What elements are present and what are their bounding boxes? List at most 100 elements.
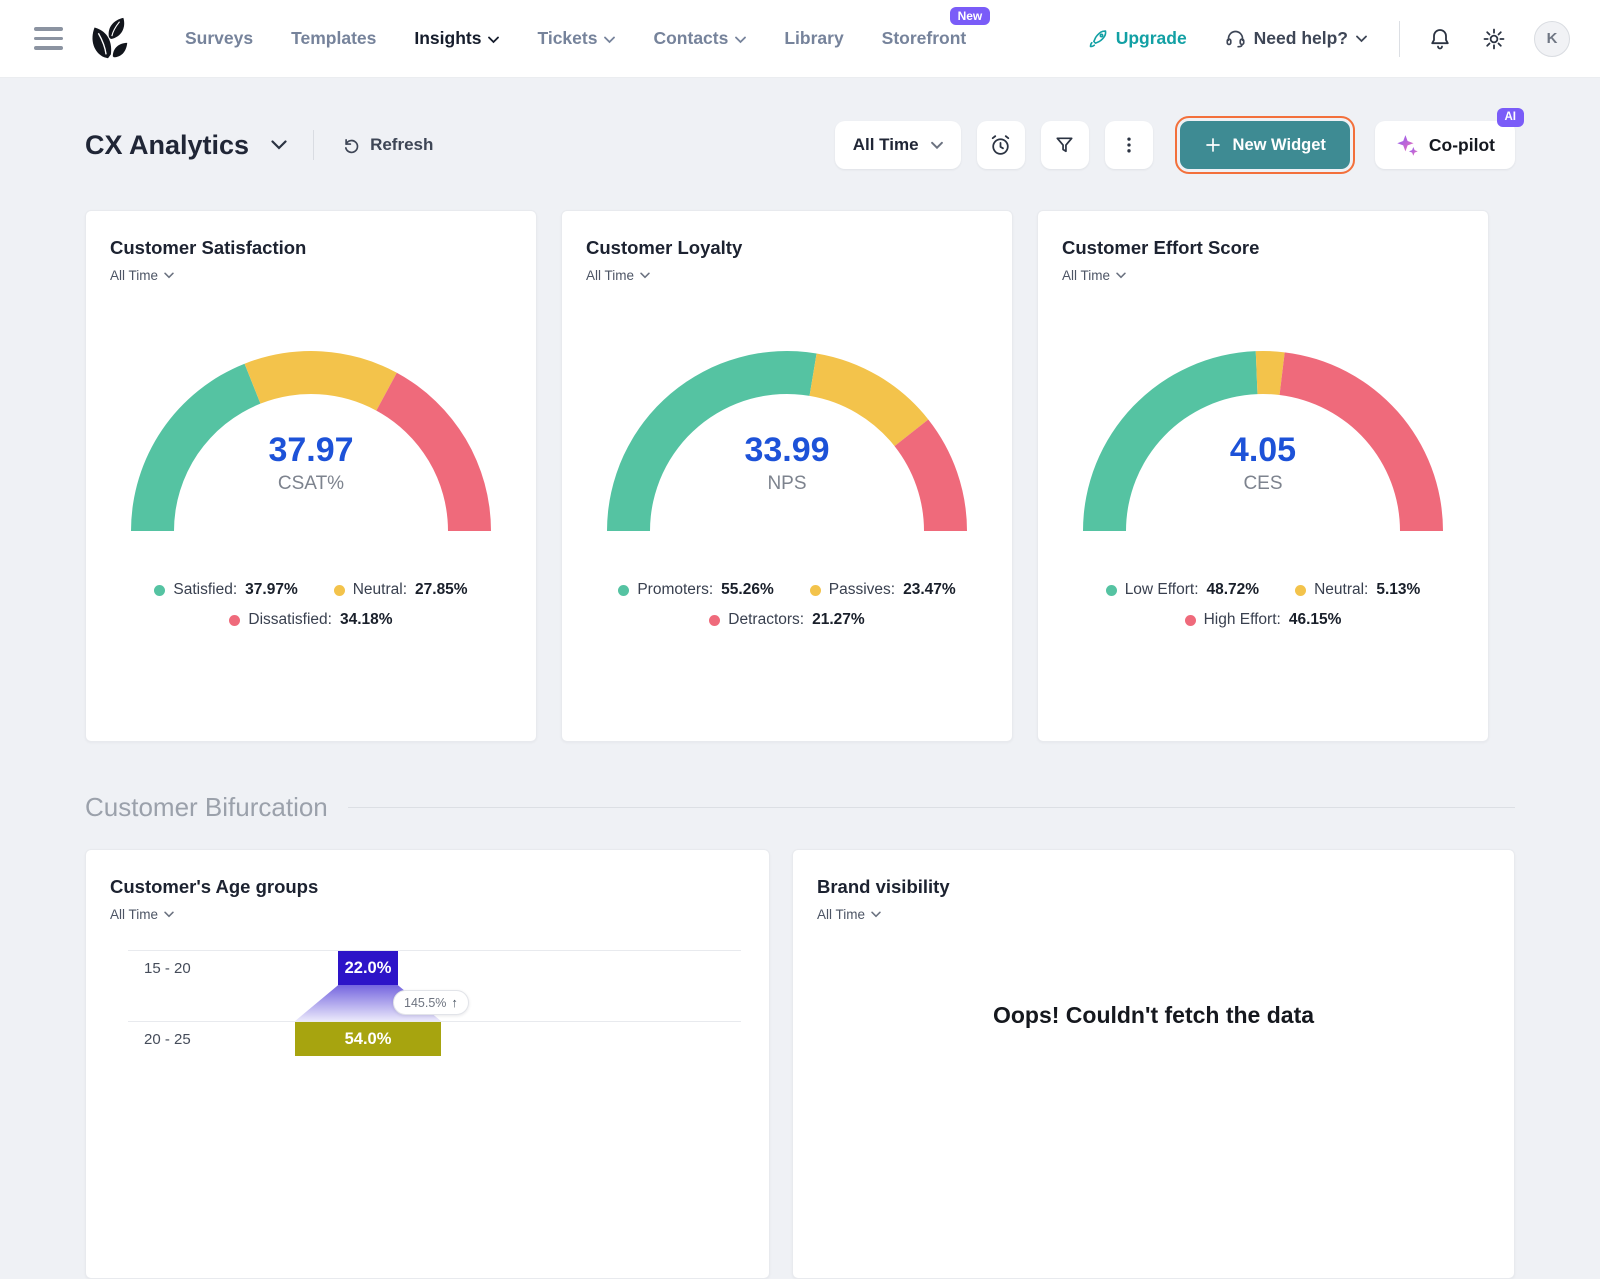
growth-value: 145.5% bbox=[404, 996, 446, 1010]
gauge-value: 37.97 bbox=[128, 431, 494, 470]
avatar-initial: K bbox=[1547, 30, 1558, 47]
nav-item-insights[interactable]: Insights bbox=[414, 28, 499, 49]
funnel-gridline bbox=[128, 950, 741, 951]
legend-dot bbox=[154, 585, 165, 596]
nav-item-templates[interactable]: Templates bbox=[291, 28, 376, 49]
legend-dot bbox=[618, 585, 629, 596]
brand-logo[interactable] bbox=[83, 14, 133, 64]
settings-button[interactable] bbox=[1480, 25, 1508, 53]
page-header: CX Analytics Refresh All Time bbox=[85, 116, 1515, 174]
avatar[interactable]: K bbox=[1534, 21, 1570, 57]
increase-arrow-icon: ↑ bbox=[451, 995, 458, 1010]
nav-item-label: Library bbox=[784, 28, 843, 49]
customer-loyalty-card: Customer Loyalty All Time 33.99 NPS Prom… bbox=[561, 210, 1013, 742]
legend-item: Passives: 23.47% bbox=[810, 581, 956, 599]
legend-value: 23.47% bbox=[903, 581, 956, 599]
card-time-filter-value: All Time bbox=[110, 268, 158, 283]
funnel-bar: 54.0% bbox=[295, 1022, 441, 1056]
legend-label: Passives: bbox=[829, 581, 895, 599]
schedule-alert-button[interactable] bbox=[977, 121, 1025, 169]
more-options-button[interactable] bbox=[1105, 121, 1153, 169]
nav-item-library[interactable]: Library bbox=[784, 28, 843, 49]
legend-dot bbox=[229, 615, 240, 626]
legend-dot bbox=[1295, 585, 1306, 596]
plus-icon bbox=[1204, 136, 1222, 154]
copilot-wrap: Co-pilot AI bbox=[1375, 121, 1515, 169]
legend-dot bbox=[1106, 585, 1117, 596]
card-time-filter[interactable]: All Time bbox=[1062, 268, 1126, 283]
filter-button[interactable] bbox=[1041, 121, 1089, 169]
dashboard-switcher-button[interactable] bbox=[265, 139, 293, 152]
legend-label: Detractors: bbox=[728, 611, 804, 629]
legend-item: Neutral: 5.13% bbox=[1295, 581, 1420, 599]
gauge-wrap: 37.97 CSAT% bbox=[128, 347, 494, 535]
nav-item-label: Tickets bbox=[537, 28, 597, 49]
legend-item: Neutral: 27.85% bbox=[334, 581, 468, 599]
page-title: CX Analytics bbox=[85, 130, 249, 161]
customer-satisfaction-card: Customer Satisfaction All Time 37.97 CSA… bbox=[85, 210, 537, 742]
kebab-menu-icon bbox=[1119, 135, 1139, 155]
main-content: CX Analytics Refresh All Time bbox=[0, 78, 1600, 1279]
copilot-button[interactable]: Co-pilot bbox=[1375, 121, 1515, 169]
age-groups-card: Customer's Age groups All Time 15 - 20 22… bbox=[85, 849, 770, 1279]
nav-item-tickets[interactable]: Tickets bbox=[537, 28, 615, 49]
notifications-button[interactable] bbox=[1426, 25, 1454, 53]
legend-label: Neutral: bbox=[353, 581, 407, 599]
funnel-bar: 22.0% bbox=[338, 951, 397, 985]
card-title: Customer's Age groups bbox=[110, 876, 745, 898]
time-range-dropdown[interactable]: All Time bbox=[835, 121, 961, 169]
card-time-filter[interactable]: All Time bbox=[110, 907, 174, 922]
chevron-down-icon bbox=[164, 272, 174, 279]
new-widget-button[interactable]: New Widget bbox=[1180, 121, 1350, 169]
legend-label: Low Effort: bbox=[1125, 581, 1199, 599]
nav-item-surveys[interactable]: Surveys bbox=[185, 28, 253, 49]
card-title: Customer Effort Score bbox=[1062, 237, 1464, 259]
chevron-down-icon bbox=[488, 36, 499, 44]
new-widget-highlight-ring: New Widget bbox=[1175, 116, 1355, 174]
legend-label: Promoters: bbox=[637, 581, 713, 599]
alarm-clock-icon bbox=[988, 133, 1013, 158]
nav-item-contacts[interactable]: Contacts bbox=[653, 28, 746, 49]
card-time-filter[interactable]: All Time bbox=[817, 907, 881, 922]
card-time-filter[interactable]: All Time bbox=[110, 268, 174, 283]
legend-dot bbox=[709, 615, 720, 626]
nav-item-label: Insights bbox=[414, 28, 481, 49]
rocket-icon bbox=[1088, 29, 1108, 49]
chevron-down-icon bbox=[1116, 272, 1126, 279]
new-widget-label: New Widget bbox=[1233, 136, 1326, 155]
gauge-wrap: 33.99 NPS bbox=[604, 347, 970, 535]
legend-label: Satisfied: bbox=[173, 581, 237, 599]
legend-dot bbox=[334, 585, 345, 596]
customer-bifurcation-section-header: Customer Bifurcation bbox=[85, 792, 1515, 823]
gauge-unit: CES bbox=[1080, 473, 1446, 495]
hamburger-menu-button[interactable] bbox=[30, 23, 67, 54]
legend-item: Satisfied: 37.97% bbox=[154, 581, 297, 599]
nav-item-label: Storefront bbox=[882, 28, 967, 49]
refresh-icon bbox=[342, 136, 361, 155]
legend-item: Dissatisfied: 34.18% bbox=[229, 611, 392, 629]
leaf-logo-icon bbox=[83, 14, 133, 64]
ai-badge: AI bbox=[1497, 108, 1525, 127]
refresh-button[interactable]: Refresh bbox=[336, 134, 439, 156]
chevron-down-icon bbox=[931, 141, 943, 150]
sparkle-icon bbox=[1395, 133, 1420, 158]
card-time-filter[interactable]: All Time bbox=[586, 268, 650, 283]
time-range-value: All Time bbox=[853, 135, 919, 155]
bottom-cards-row: Customer's Age groups All Time 15 - 20 22… bbox=[85, 849, 1515, 1279]
nav-item-label: Contacts bbox=[653, 28, 728, 49]
gauge-wrap: 4.05 CES bbox=[1080, 347, 1446, 535]
need-help-label: Need help? bbox=[1254, 28, 1348, 49]
card-title: Customer Satisfaction bbox=[110, 237, 512, 259]
funnel-row-label: 20 - 25 bbox=[144, 1022, 191, 1056]
divider bbox=[1399, 21, 1400, 57]
legend-label: Neutral: bbox=[1314, 581, 1368, 599]
legend-value: 21.27% bbox=[812, 611, 865, 629]
card-time-filter-value: All Time bbox=[1062, 268, 1110, 283]
nav-item-storefront[interactable]: Storefront New bbox=[882, 28, 967, 49]
nav-item-label: Surveys bbox=[185, 28, 253, 49]
growth-pill: 145.5% ↑ bbox=[393, 990, 469, 1015]
gauge-center: 37.97 CSAT% bbox=[128, 431, 494, 495]
upgrade-link[interactable]: Upgrade bbox=[1082, 27, 1193, 50]
need-help-menu[interactable]: Need help? bbox=[1219, 27, 1373, 50]
funnel-row-label: 15 - 20 bbox=[144, 951, 191, 985]
